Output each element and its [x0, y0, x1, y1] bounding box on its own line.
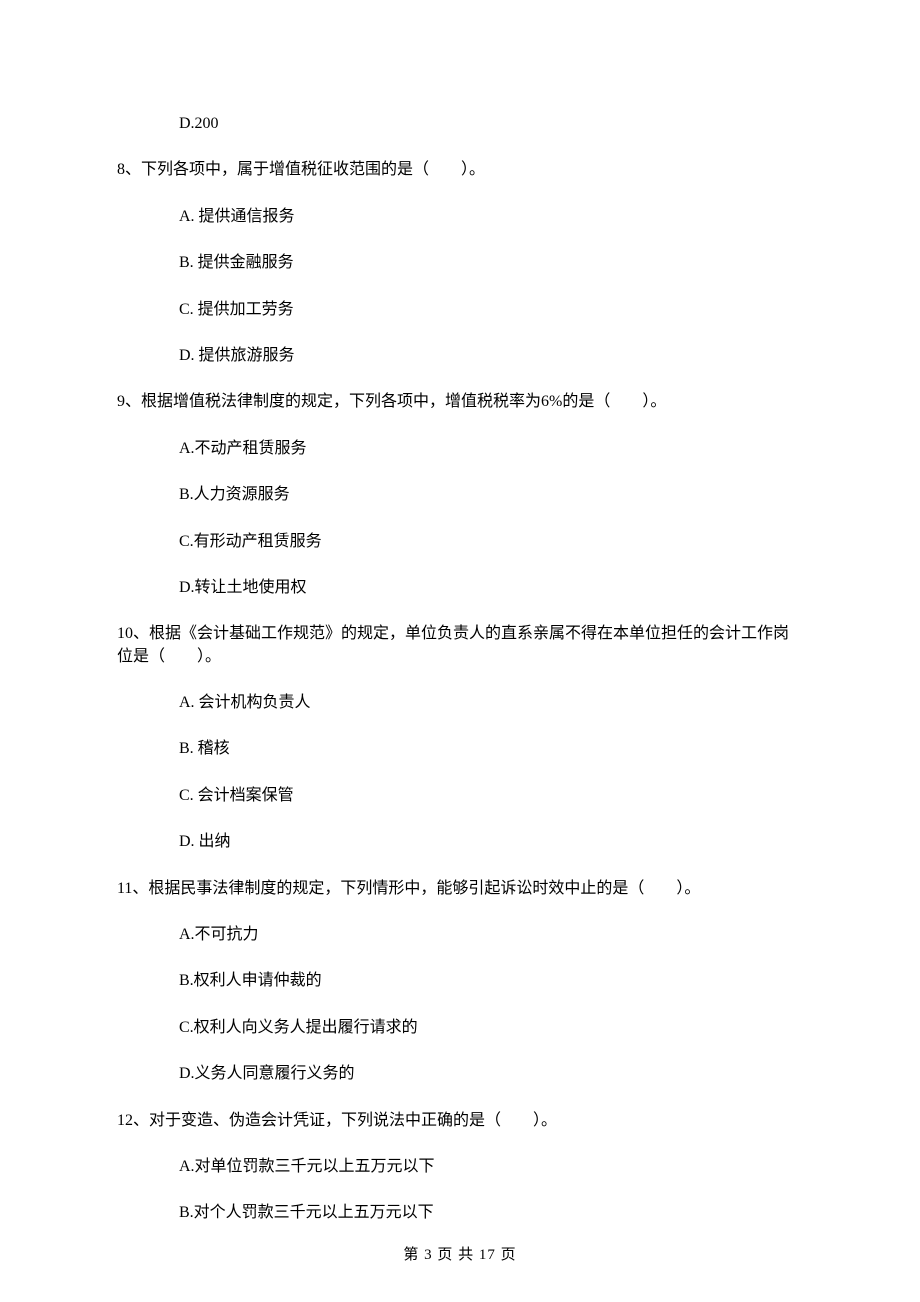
q11-option-d: D.义务人同意履行义务的 [117, 1063, 803, 1085]
q8-option-c: C. 提供加工劳务 [117, 299, 803, 321]
q11-stem: 11、根据民事法律制度的规定，下列情形中，能够引起诉讼时效中止的是（ ）。 [117, 878, 803, 900]
q10-option-a: A. 会计机构负责人 [117, 692, 803, 714]
q7-option-d: D.200 [117, 113, 803, 135]
q12-option-b: B.对个人罚款三千元以上五万元以下 [117, 1202, 803, 1224]
q9-option-b: B.人力资源服务 [117, 484, 803, 506]
q10-option-b: B. 稽核 [117, 738, 803, 760]
q11-option-a: A.不可抗力 [117, 924, 803, 946]
q9-stem: 9、根据增值税法律制度的规定，下列各项中，增值税税率为6%的是（ ）。 [117, 391, 803, 413]
q12-option-a: A.对单位罚款三千元以上五万元以下 [117, 1156, 803, 1178]
q9-option-c: C.有形动产租赁服务 [117, 531, 803, 553]
q10-option-d: D. 出纳 [117, 831, 803, 853]
q11-option-c: C.权利人向义务人提出履行请求的 [117, 1017, 803, 1039]
q8-option-d: D. 提供旅游服务 [117, 345, 803, 367]
q8-option-b: B. 提供金融服务 [117, 252, 803, 274]
q10-option-c: C. 会计档案保管 [117, 785, 803, 807]
q9-option-a: A.不动产租赁服务 [117, 438, 803, 460]
page-footer: 第 3 页 共 17 页 [0, 1245, 920, 1266]
q12-stem: 12、对于变造、伪造会计凭证，下列说法中正确的是（ ）。 [117, 1110, 803, 1132]
q8-stem: 8、下列各项中，属于增值税征收范围的是（ ）。 [117, 159, 803, 181]
q8-option-a: A. 提供通信报务 [117, 206, 803, 228]
q11-option-b: B.权利人申请仲裁的 [117, 970, 803, 992]
q9-option-d: D.转让土地使用权 [117, 577, 803, 599]
q10-stem: 10、根据《会计基础工作规范》的规定，单位负责人的直系亲属不得在本单位担任的会计… [117, 623, 803, 668]
